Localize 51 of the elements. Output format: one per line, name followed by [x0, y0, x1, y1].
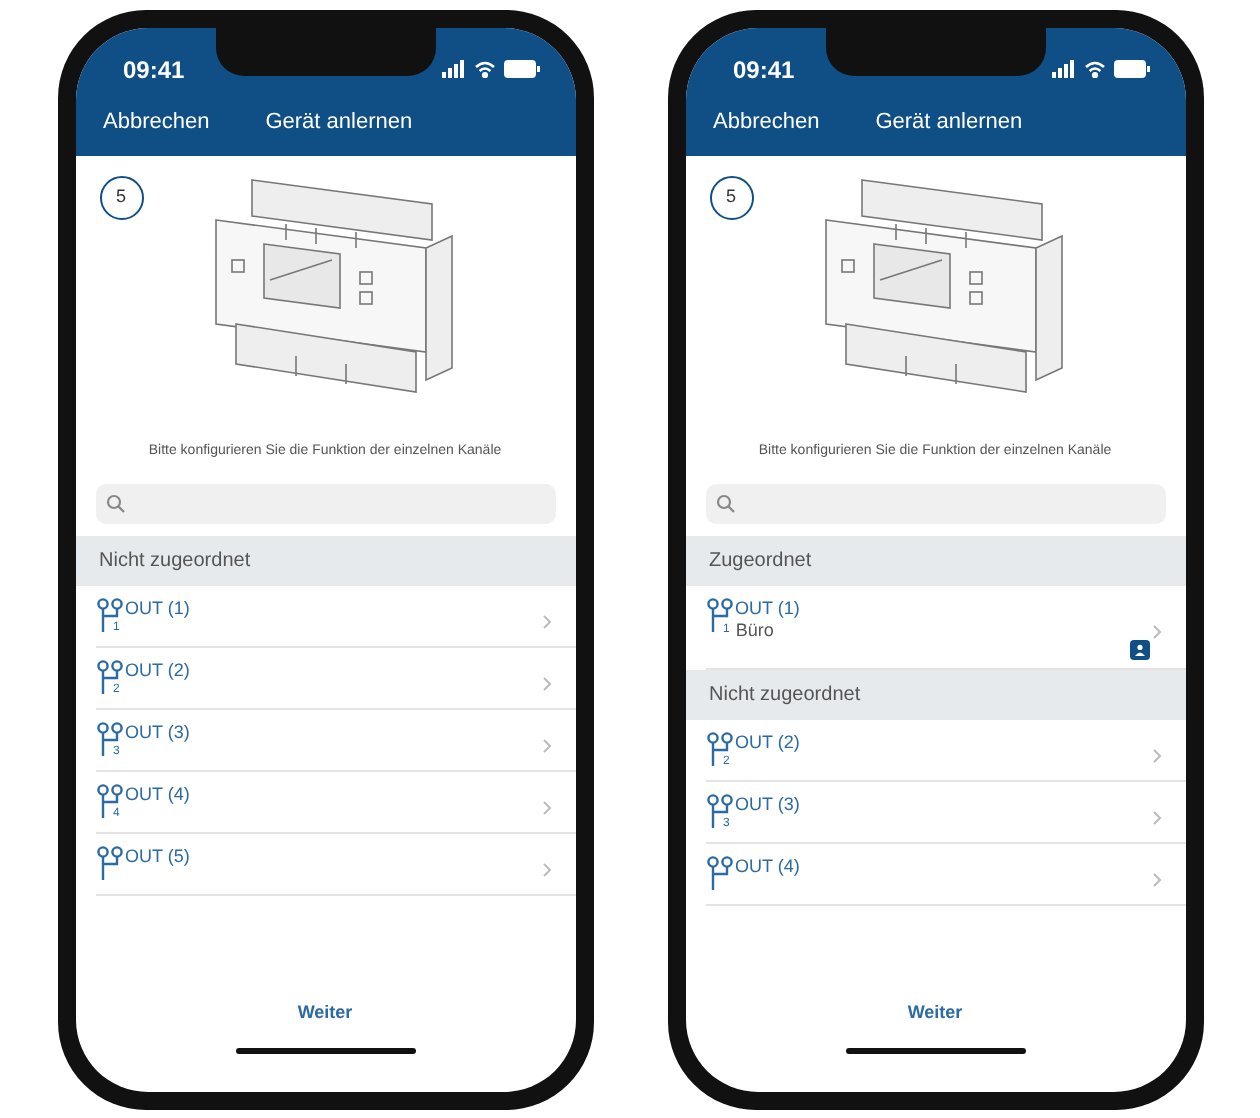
chevron-right-icon	[1151, 809, 1161, 825]
chevron-right-icon	[541, 861, 551, 877]
battery-icon	[1113, 60, 1149, 78]
connector-icon	[95, 659, 123, 695]
chevron-right-icon	[541, 799, 551, 815]
channel-row[interactable]: OUT (4)	[705, 843, 1185, 905]
search-field[interactable]	[705, 483, 1165, 523]
channel-label: OUT (2)	[735, 731, 802, 753]
channel-label: OUT (1)	[125, 597, 192, 619]
section-title: Zugeordnet	[709, 547, 812, 575]
signal-icon	[1051, 60, 1075, 78]
connector-icon	[705, 597, 733, 633]
search-icon	[715, 493, 735, 513]
connector-icon	[95, 597, 123, 633]
cancel-button[interactable]: Abbrechen	[103, 106, 210, 140]
channel-label: OUT (2)	[125, 659, 192, 681]
connector-icon	[705, 793, 733, 829]
connector-icon	[95, 845, 123, 881]
room-label: Büro	[735, 619, 774, 641]
screen-title: Gerät anlernen	[875, 108, 1023, 139]
screen-title: Gerät anlernen	[265, 108, 413, 139]
channel-label: OUT (1)	[735, 597, 802, 619]
chevron-right-icon	[1151, 747, 1161, 763]
next-button[interactable]: Weiter	[907, 999, 963, 1027]
channel-row[interactable]: OUT (5)	[95, 833, 575, 895]
chevron-right-icon	[1151, 624, 1161, 640]
chevron-right-icon	[541, 737, 551, 753]
section-title: Nicht zugeordnet	[709, 681, 861, 709]
channel-label: OUT (4)	[735, 855, 802, 877]
chevron-right-icon	[541, 613, 551, 629]
channel-label: OUT (3)	[125, 721, 192, 743]
chevron-right-icon	[541, 675, 551, 691]
status-time: 09:41	[733, 53, 795, 87]
channel-label: OUT (4)	[125, 783, 192, 805]
search-field[interactable]	[95, 483, 555, 523]
battery-icon	[503, 60, 539, 78]
section-title: Nicht zugeordnet	[99, 547, 251, 575]
status-time: 09:41	[123, 53, 185, 87]
channel-label: OUT (3)	[735, 793, 802, 815]
signal-icon	[441, 60, 465, 78]
next-button[interactable]: Weiter	[297, 999, 353, 1027]
search-icon	[105, 493, 125, 513]
chevron-right-icon	[1151, 871, 1161, 887]
wifi-icon	[1083, 60, 1105, 78]
connector-icon	[95, 721, 123, 757]
connector-icon	[705, 731, 733, 767]
wifi-icon	[473, 60, 495, 78]
channel-label: OUT (5)	[125, 845, 192, 867]
cancel-button[interactable]: Abbrechen	[713, 106, 820, 140]
connector-icon	[95, 783, 123, 819]
connector-icon	[705, 855, 733, 891]
